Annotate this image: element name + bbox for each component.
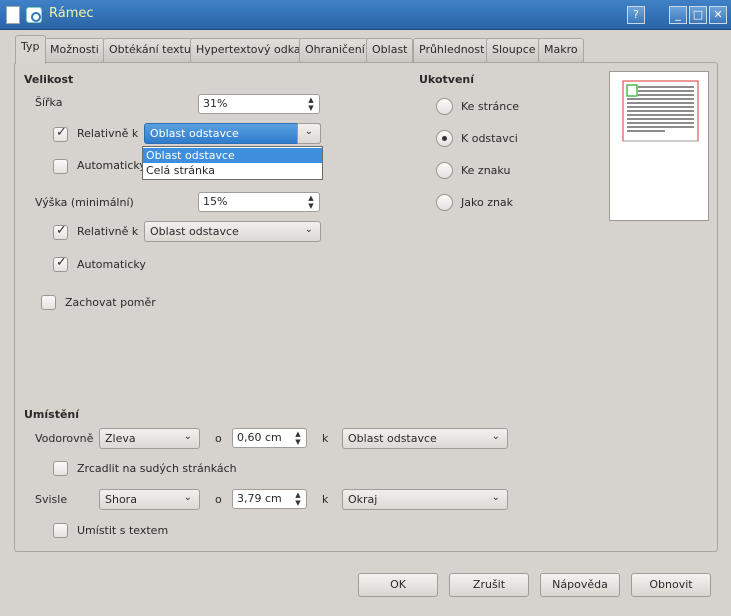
horizontal-to-value: Oblast odstavce	[348, 432, 437, 445]
follow-text-label: Umístit s textem	[77, 524, 169, 537]
anchor-label-paragraph: K odstavci	[461, 132, 518, 145]
dropdown-option-oblast-odstavce[interactable]: Oblast odstavce	[143, 148, 322, 163]
vertical-by-label: o	[215, 493, 222, 506]
chevron-down-icon: ⌄	[183, 431, 192, 442]
help-title-button[interactable]: ?	[627, 6, 645, 24]
title-bar: Rámec ? _ □ ✕	[0, 0, 731, 30]
height-value: 15%	[203, 195, 228, 208]
size-heading: Velikost	[24, 73, 74, 86]
vertical-combo[interactable]: Shora ⌄	[99, 489, 200, 510]
auto-height-checkbox[interactable]: ✓	[53, 255, 68, 272]
chevron-down-icon: ⌄	[304, 224, 313, 235]
document-icon	[6, 6, 20, 24]
close-button[interactable]: ✕	[709, 6, 727, 24]
anchor-label-as-char: Jako znak	[461, 196, 514, 209]
vertical-to-value: Okraj	[348, 493, 378, 506]
horizontal-combo[interactable]: Zleva ⌄	[99, 428, 200, 449]
horizontal-value: Zleva	[105, 432, 136, 445]
anchor-label-char: Ke znaku	[461, 164, 511, 177]
height-spinbox[interactable]: 15% ▲ ▼	[198, 192, 320, 212]
tab-pruhlednost[interactable]: Průhlednost	[413, 38, 491, 62]
width-label: Šířka	[35, 96, 63, 109]
relative-width-checkbox[interactable]: ✓	[53, 125, 68, 142]
horizontal-label: Vodorovně	[35, 432, 94, 445]
anchor-radio-char[interactable]	[436, 162, 453, 179]
tab-obtekani-textu[interactable]: Obtékání textu	[103, 38, 197, 62]
auto-height-label: Automaticky	[77, 258, 146, 271]
reset-button[interactable]: Obnovit	[631, 573, 711, 597]
tab-moznosti[interactable]: Možnosti	[44, 38, 105, 62]
vertical-to-label: k	[322, 493, 329, 506]
help-button[interactable]: Nápověda	[540, 573, 620, 597]
check-icon: ✓	[56, 255, 67, 270]
width-spinbox[interactable]: 31% ▲ ▼	[198, 94, 320, 114]
window-title: Rámec	[49, 6, 94, 21]
frame-preview	[609, 71, 709, 221]
spin-arrows-icon[interactable]: ▲ ▼	[293, 430, 303, 446]
spin-arrows-icon[interactable]: ▲ ▼	[293, 491, 303, 507]
keep-ratio-checkbox[interactable]	[41, 295, 56, 310]
width-value: 31%	[203, 97, 228, 110]
vertical-by-value: 3,79 cm	[237, 492, 282, 505]
mirror-checkbox[interactable]	[53, 461, 68, 476]
anchor-radio-page[interactable]	[436, 98, 453, 115]
position-heading: Umístění	[24, 408, 80, 421]
vertical-to-combo[interactable]: Okraj ⌄	[342, 489, 508, 510]
relative-height-label: Relativně k	[77, 225, 139, 238]
chevron-down-icon: ⌄	[491, 492, 500, 503]
chevron-down-icon: ⌄	[304, 126, 313, 137]
relative-height-combo[interactable]: Oblast odstavce ⌄	[144, 221, 321, 242]
keep-ratio-label: Zachovat poměr	[65, 296, 156, 309]
minimize-button[interactable]: _	[669, 6, 687, 24]
radio-selected-dot	[442, 136, 447, 141]
anchor-radio-paragraph[interactable]	[436, 130, 453, 147]
tab-makro[interactable]: Makro	[538, 38, 584, 62]
follow-text-checkbox[interactable]	[53, 523, 68, 538]
auto-width-checkbox[interactable]	[53, 159, 68, 174]
auto-width-label: Automaticky	[77, 159, 146, 172]
spin-arrows-icon[interactable]: ▲ ▼	[306, 96, 316, 112]
dropdown-option-cela-stranka[interactable]: Celá stránka	[143, 163, 322, 178]
tab-hypertextovy-odkaz[interactable]: Hypertextový odkaz	[190, 38, 313, 62]
anchor-radio-as-char[interactable]	[436, 194, 453, 211]
maximize-button[interactable]: □	[689, 6, 707, 24]
spin-arrows-icon[interactable]: ▲ ▼	[306, 194, 316, 210]
relative-width-label: Relativně k	[77, 127, 139, 140]
vertical-label: Svisle	[35, 493, 68, 506]
page-preview-image	[622, 80, 699, 142]
height-label: Výška (minimální)	[35, 196, 134, 209]
tab-sloupce[interactable]: Sloupce	[486, 38, 542, 62]
relative-width-combo[interactable]: Oblast odstavce ⌄	[144, 123, 321, 144]
relative-height-checkbox[interactable]: ✓	[53, 223, 68, 240]
tab-typ[interactable]: Typ	[15, 35, 46, 64]
check-icon: ✓	[56, 223, 67, 238]
horizontal-to-label: k	[322, 432, 329, 445]
check-icon: ✓	[56, 125, 67, 140]
anchor-heading: Ukotvení	[419, 73, 474, 86]
relative-width-value: Oblast odstavce	[150, 127, 239, 140]
relative-height-value: Oblast odstavce	[150, 225, 239, 238]
horizontal-by-value: 0,60 cm	[237, 431, 282, 444]
mirror-label: Zrcadlit na sudých stránkách	[77, 462, 237, 475]
vertical-by-spinbox[interactable]: 3,79 cm ▲ ▼	[232, 489, 307, 509]
cancel-button[interactable]: Zrušit	[449, 573, 529, 597]
ok-button[interactable]: OK	[358, 573, 438, 597]
chevron-down-icon: ⌄	[183, 492, 192, 503]
horizontal-by-spinbox[interactable]: 0,60 cm ▲ ▼	[232, 428, 307, 448]
relative-width-dropdown-list: Oblast odstavce Celá stránka	[142, 146, 323, 180]
tab-ohraniceni[interactable]: Ohraničení	[299, 38, 371, 62]
app-icon	[26, 7, 42, 23]
horizontal-by-label: o	[215, 432, 222, 445]
tab-oblast[interactable]: Oblast	[366, 38, 414, 62]
chevron-down-icon: ⌄	[491, 431, 500, 442]
vertical-value: Shora	[105, 493, 137, 506]
horizontal-to-combo[interactable]: Oblast odstavce ⌄	[342, 428, 508, 449]
anchor-label-page: Ke stránce	[461, 100, 520, 113]
